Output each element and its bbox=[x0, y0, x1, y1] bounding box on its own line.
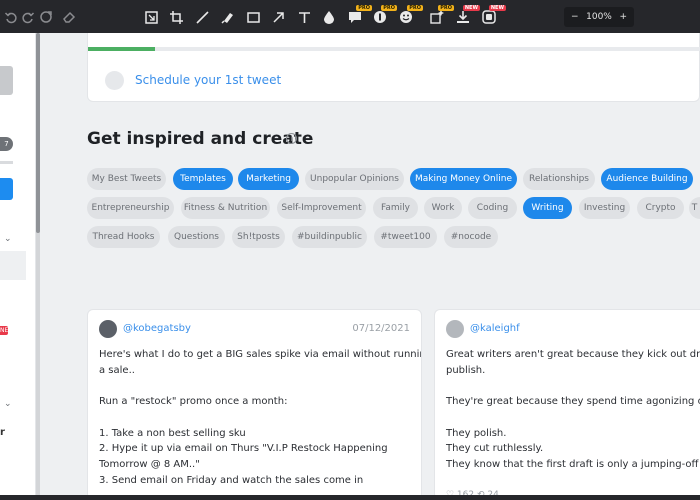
tweet-date: 07/12/2021 bbox=[352, 323, 410, 334]
bottom-bar bbox=[0, 495, 700, 500]
step-number-icon[interactable]: PRO bbox=[371, 5, 397, 26]
sidebar-progress-bar bbox=[0, 161, 13, 164]
marker-icon[interactable] bbox=[219, 8, 237, 26]
emoji-icon[interactable]: PRO bbox=[397, 5, 423, 26]
tweet-body: Great writers aren't great because they … bbox=[446, 349, 700, 470]
sidebar-truncated-label: r bbox=[0, 427, 5, 438]
tag-chip[interactable]: Family bbox=[373, 197, 418, 219]
text-icon[interactable] bbox=[295, 8, 313, 26]
pro-badge: PRO bbox=[356, 5, 372, 11]
tag-chip[interactable]: Thread Hooks bbox=[87, 226, 160, 248]
tag-chip[interactable]: Sh!tposts bbox=[232, 226, 285, 248]
sidebar-scrollbar-thumb[interactable] bbox=[36, 33, 40, 233]
tweet-card[interactable]: @kaleighf Great writers aren't great bec… bbox=[434, 309, 700, 500]
new-badge: NEW bbox=[488, 5, 506, 11]
rectangle-icon[interactable] bbox=[244, 8, 262, 26]
new-badge: NEW bbox=[462, 5, 480, 11]
tag-chip[interactable]: Relationships bbox=[523, 168, 595, 190]
sidebar-count-badge: 7 bbox=[0, 137, 13, 151]
tag-chip[interactable]: T bbox=[689, 197, 700, 219]
zoom-out-button[interactable]: − bbox=[571, 12, 579, 22]
tag-chip[interactable]: Unpopular Opinions bbox=[305, 168, 404, 190]
tag-chip[interactable]: Writing bbox=[523, 197, 572, 219]
chevron-down-icon[interactable]: ⌄ bbox=[4, 235, 12, 244]
tweet-body: Here's what I do to get a BIG sales spik… bbox=[99, 349, 421, 486]
speech-bubble-icon[interactable]: PRO bbox=[346, 5, 372, 26]
magic-icon[interactable]: PRO bbox=[428, 5, 454, 26]
sidebar-profile-card[interactable] bbox=[0, 66, 13, 95]
section-title: Get inspired and create bbox=[87, 129, 314, 149]
schedule-card: Schedule your 1st tweet bbox=[87, 33, 700, 102]
tag-chip[interactable]: #nocode bbox=[444, 226, 498, 248]
pro-badge: PRO bbox=[407, 5, 423, 11]
tag-chip[interactable]: Audience Building bbox=[601, 168, 693, 190]
sidebar: 7 ⌄ NEW ⌄ r bbox=[0, 33, 36, 500]
tag-chip[interactable]: Fitness & Nutrition bbox=[181, 197, 270, 219]
download-icon[interactable]: NEW bbox=[454, 5, 480, 26]
pro-badge: PRO bbox=[438, 5, 454, 11]
avatar bbox=[446, 320, 464, 338]
tweet-handle[interactable]: @kobegatsby bbox=[123, 323, 191, 334]
sidebar-item-active[interactable] bbox=[0, 251, 26, 280]
redo-icon[interactable] bbox=[19, 8, 37, 26]
tag-chip[interactable]: Investing bbox=[579, 197, 630, 219]
refresh-icon[interactable] bbox=[37, 8, 55, 26]
crop-select-icon[interactable] bbox=[142, 8, 160, 26]
pro-badge: PRO bbox=[381, 5, 397, 11]
annotation-toolbar: PRO PRO PRO PRO NEW NEW − 100% + bbox=[0, 0, 700, 33]
schedule-first-tweet-link[interactable]: Schedule your 1st tweet bbox=[135, 73, 281, 87]
tag-chip[interactable]: Work bbox=[424, 197, 462, 219]
avatar bbox=[99, 320, 117, 338]
arrow-icon[interactable] bbox=[269, 8, 287, 26]
onboarding-progress-bar bbox=[88, 47, 700, 51]
tag-chip[interactable]: Making Money Online bbox=[410, 168, 517, 190]
info-icon[interactable]: i bbox=[286, 133, 297, 144]
record-icon[interactable]: NEW bbox=[480, 5, 506, 26]
tweet-handle[interactable]: @kaleighf bbox=[470, 323, 520, 334]
undo-icon[interactable] bbox=[2, 8, 20, 26]
zoom-control: − 100% + bbox=[564, 7, 634, 27]
zoom-level: 100% bbox=[586, 12, 612, 22]
tag-chip[interactable]: Entrepreneurship bbox=[87, 197, 174, 219]
chevron-down-icon[interactable]: ⌄ bbox=[4, 400, 12, 409]
tag-chip[interactable]: My Best Tweets bbox=[87, 168, 166, 190]
tag-chip[interactable]: Self-Improvement bbox=[277, 197, 366, 219]
blur-drop-icon[interactable] bbox=[320, 8, 338, 26]
sidebar-primary-button[interactable] bbox=[0, 178, 13, 200]
tag-chip[interactable]: Questions bbox=[168, 226, 225, 248]
tag-chip[interactable]: Crypto bbox=[637, 197, 684, 219]
tweet-card[interactable]: @kobegatsby 07/12/2021 Here's what I do … bbox=[87, 309, 422, 500]
tag-chip[interactable]: Marketing bbox=[238, 168, 299, 190]
schedule-checkbox-icon[interactable] bbox=[105, 71, 124, 90]
crop-icon[interactable] bbox=[167, 8, 185, 26]
tag-chip[interactable]: Templates bbox=[173, 168, 233, 190]
pen-icon[interactable] bbox=[193, 8, 211, 26]
sidebar-new-badge: NEW bbox=[0, 326, 8, 335]
tag-chip[interactable]: Coding bbox=[468, 197, 517, 219]
zoom-in-button[interactable]: + bbox=[619, 12, 627, 22]
onboarding-progress-fill bbox=[88, 47, 156, 51]
tag-chip[interactable]: #tweet100 bbox=[374, 226, 437, 248]
eraser-icon[interactable] bbox=[60, 8, 78, 26]
tag-chip[interactable]: #buildinpublic bbox=[292, 226, 367, 248]
